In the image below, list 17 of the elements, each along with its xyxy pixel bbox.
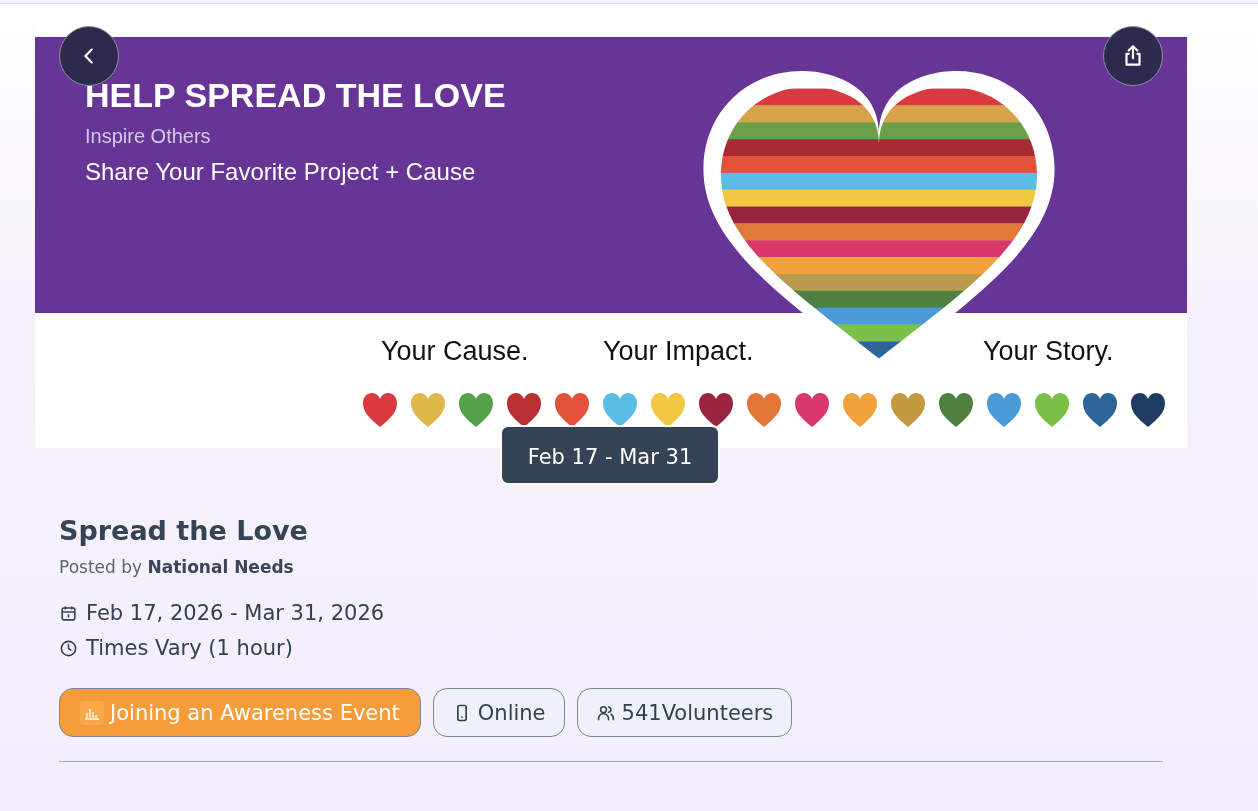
bar-chart-icon [80, 700, 104, 725]
time-text: Times Vary (1 hour) [86, 635, 293, 662]
banner-slogan: Your Cause. [381, 335, 530, 368]
banner-headline: HELP SPREAD THE LOVE [85, 75, 507, 115]
clock-icon [59, 639, 78, 658]
date-badge: Feb 17 - Mar 31 [500, 425, 720, 485]
chip-label: Online [477, 700, 546, 725]
date-range-text: Feb 17, 2026 - Mar 31, 2026 [86, 600, 385, 627]
banner-subline: Inspire Others [85, 124, 212, 149]
posted-by-text: Posted by National Needs [59, 556, 295, 578]
event-title: Spread the Love [59, 514, 309, 548]
banner-slogan: Your Story. [983, 335, 1114, 368]
calendar-icon [59, 604, 78, 623]
chip-label: Joining an Awareness Event [110, 700, 400, 725]
banner-tagline: Share Your Favorite Project + Cause [85, 157, 477, 187]
banner-slogan: Your Impact. [603, 335, 755, 368]
chip-label: 541Volunteers [621, 700, 774, 725]
